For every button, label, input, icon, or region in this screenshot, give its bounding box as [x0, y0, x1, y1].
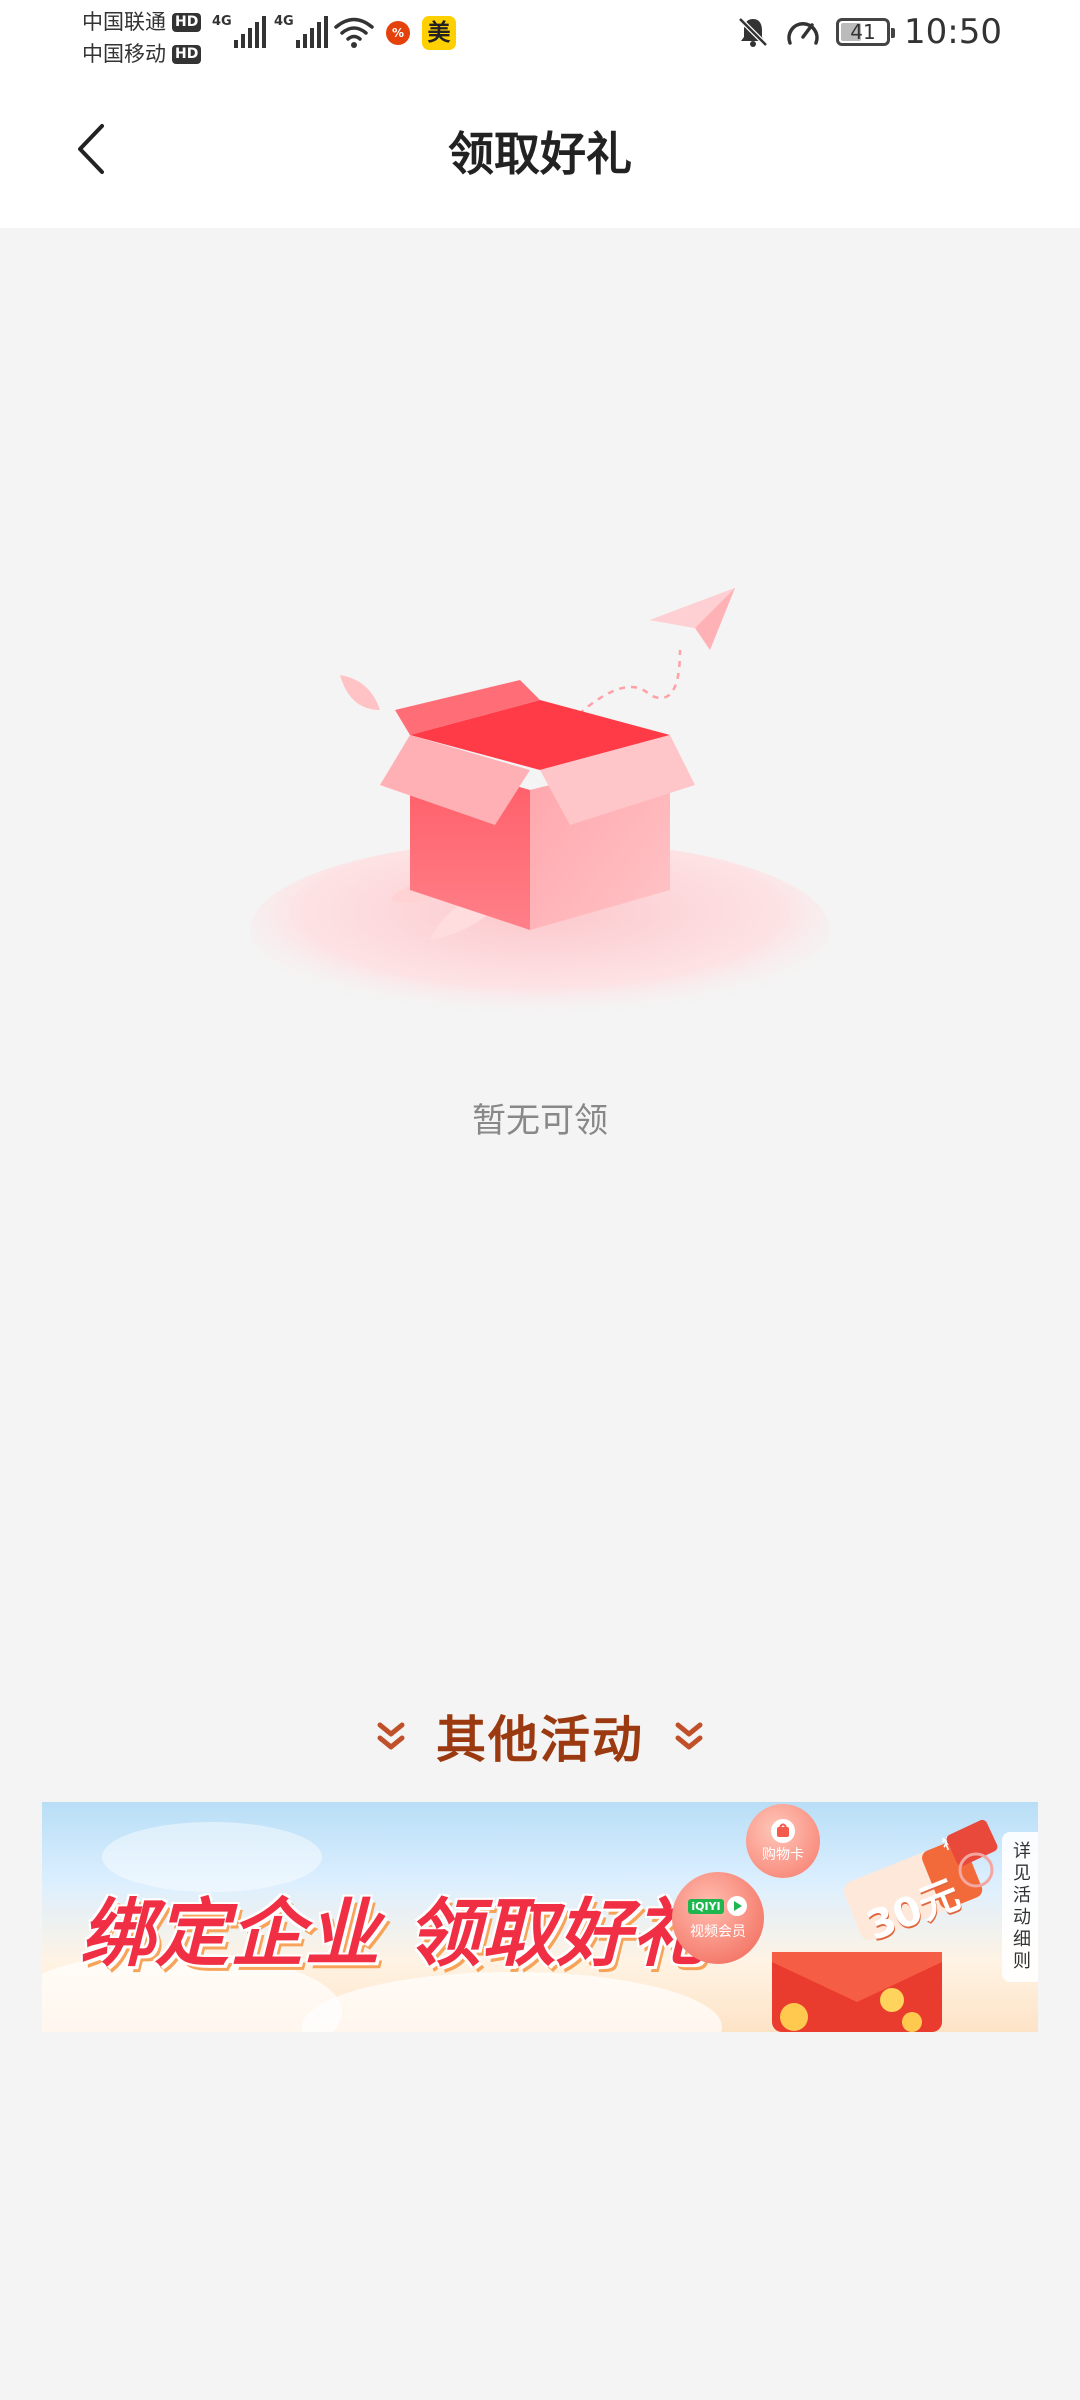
shopping-card-label: 购物卡: [762, 1847, 804, 1863]
carrier-name-1: 中国联通: [82, 10, 166, 34]
video-vip-label: 视频会员: [690, 1924, 746, 1940]
iqiyi-logo: iQIYI: [688, 1898, 724, 1914]
network-type-2: 4G: [274, 14, 294, 29]
section-title: 其他活动: [436, 1711, 644, 1769]
play-icon: [726, 1896, 747, 1916]
double-chevron-down-icon: [377, 1722, 405, 1750]
empty-gift-box-illustration: [250, 588, 830, 1020]
hd-badge-2: HD: [172, 44, 202, 64]
red-envelope-icon: [772, 1952, 942, 2032]
mute-bell-icon: [738, 17, 768, 47]
double-chevron-down-icon: [675, 1722, 703, 1750]
signal-icon-1: 4G: [212, 14, 266, 48]
banner-title: 绑定企业 领取好礼: [80, 1891, 707, 1977]
notification-app-icon: %: [386, 21, 410, 45]
activity-rules-label: 详见活动细则: [1010, 1841, 1031, 1973]
network-type-1: 4G: [212, 14, 232, 29]
signal-icon-2: 4G: [274, 14, 328, 48]
meituan-app-icon: 美: [422, 16, 456, 50]
page-title: 领取好礼: [448, 127, 632, 181]
hd-badge-1: HD: [172, 12, 202, 32]
speed-gauge-icon: [787, 22, 819, 45]
activity-rules-tab[interactable]: 详见活动细则: [1002, 1832, 1038, 1982]
wifi-icon: [334, 17, 374, 48]
nav-bar: 领取好礼: [0, 74, 1080, 228]
shopping-card-badge: 购物卡: [746, 1804, 820, 1878]
bind-company-banner[interactable]: 绑定企业 领取好礼 购物卡 iQIYI 视频会员 30元 福利: [42, 1802, 1038, 2032]
empty-state-text: 暂无可领: [472, 1101, 608, 1141]
carrier-name-2: 中国移动: [82, 42, 166, 66]
status-time: 10:50: [904, 12, 1002, 52]
shopping-bag-icon: [771, 1819, 795, 1843]
battery-level: 41: [850, 20, 876, 44]
other-activities-header: 其他活动: [0, 1700, 1080, 1772]
carrier-info: 中国联通 HD 中国移动 HD: [82, 6, 202, 70]
battery-icon: 41: [836, 18, 896, 46]
status-bar: 中国联通 HD 中国移动 HD 4G 4G % 美 41 10:50: [0, 0, 1080, 74]
